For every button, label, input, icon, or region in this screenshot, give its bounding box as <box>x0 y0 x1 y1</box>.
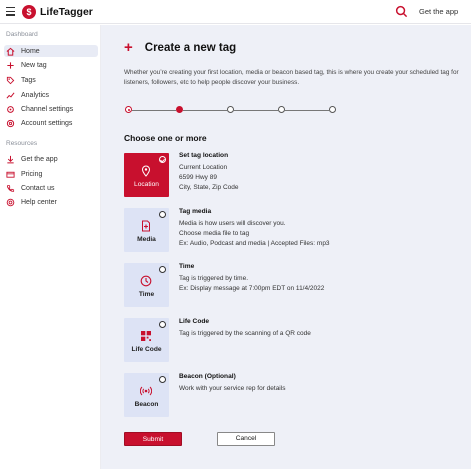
logo-icon[interactable]: $ <box>22 5 36 19</box>
option-checkbox-location[interactable] <box>159 156 166 163</box>
option-checkbox-life-code[interactable] <box>159 321 166 328</box>
option-description-life-code: Life Code Tag is triggered by the scanni… <box>179 317 311 339</box>
option-line: Tag is triggered by time. <box>179 275 249 282</box>
pricing-icon <box>6 170 15 179</box>
option-description-beacon: Beacon (Optional) Work with your service… <box>179 372 285 394</box>
sidebar-item-label: Contact us <box>21 184 55 192</box>
option-label: Time <box>138 291 155 298</box>
phone-icon <box>6 184 15 193</box>
stepper-line <box>132 109 176 111</box>
hamburger-icon[interactable] <box>6 7 15 16</box>
tag-icon <box>6 76 15 85</box>
step-3 <box>227 106 234 113</box>
option-card-time[interactable]: Time <box>124 263 169 307</box>
step-5 <box>329 106 336 113</box>
option-checkbox-media[interactable] <box>159 211 166 218</box>
option-label: Life Code <box>131 346 162 353</box>
stepper-line <box>285 109 329 111</box>
sidebar-item-new-tag[interactable]: New tag <box>4 59 98 71</box>
option-line: Choose media file to tag <box>179 230 250 237</box>
analytics-icon <box>6 91 15 100</box>
sidebar-item-label: Get the app <box>21 155 58 163</box>
option-line: Work with your service rep for details <box>179 385 286 392</box>
option-checkbox-beacon[interactable] <box>159 376 166 383</box>
step-2 <box>176 106 183 113</box>
page-header: + Create a new tag <box>124 39 237 56</box>
stepper-line <box>234 109 278 111</box>
sidebar-item-label: Analytics <box>21 91 50 99</box>
sidebar-item-account-settings[interactable]: Account settings <box>4 117 98 129</box>
sidebar-item-label: Account settings <box>21 119 73 127</box>
stepper-line <box>183 109 227 111</box>
sidebar-item-label: New tag <box>21 61 47 69</box>
option-line: 6599 Hwy 89 <box>179 174 217 181</box>
sidebar-item-label: Help center <box>21 198 57 206</box>
option-card-beacon[interactable]: Beacon <box>124 373 169 417</box>
channel-settings-icon <box>6 105 15 114</box>
step-4 <box>278 106 285 113</box>
progress-stepper <box>125 106 336 114</box>
option-title: Set tag location <box>179 152 229 159</box>
sidebar-item-get-the-app[interactable]: Get the app <box>4 153 98 165</box>
option-line: Tag is triggered by the scanning of a QR… <box>179 330 311 337</box>
brand-name[interactable]: LifeTagger <box>40 6 93 18</box>
sidebar-item-channel-settings[interactable]: Channel settings <box>4 103 98 115</box>
sidebar-item-pricing[interactable]: Pricing <box>4 168 98 180</box>
option-label: Media <box>137 236 156 243</box>
option-title: Beacon (Optional) <box>179 373 236 380</box>
option-title: Time <box>179 263 195 270</box>
sidebar-item-tags[interactable]: Tags <box>4 74 98 86</box>
option-card-media[interactable]: Media <box>124 208 169 252</box>
step-1 <box>125 106 132 113</box>
page-title: Create a new tag <box>144 42 237 54</box>
option-line: Media is how users will discover you. <box>179 220 286 227</box>
location-pin-icon <box>141 165 151 177</box>
account-settings-icon <box>6 119 15 128</box>
option-title: Tag media <box>179 208 212 215</box>
sidebar-section-resources: Resources <box>6 140 38 147</box>
plus-icon: + <box>124 39 133 56</box>
option-line: City, State, Zip Code <box>179 184 239 191</box>
sidebar: Dashboard Home New tag Tags Analytics Ch… <box>0 25 101 469</box>
get-app-link[interactable]: Get the app <box>419 7 458 16</box>
sidebar-item-label: Pricing <box>21 170 43 178</box>
clock-icon <box>140 275 152 287</box>
option-description-time: Time Tag is triggered by time. Ex: Displ… <box>179 262 324 294</box>
sidebar-section-dashboard: Dashboard <box>6 31 38 38</box>
top-bar: $ LifeTagger Get the app <box>0 0 471 24</box>
sidebar-item-contact-us[interactable]: Contact us <box>4 182 98 194</box>
home-icon <box>6 47 15 56</box>
option-description-media: Tag media Media is how users will discov… <box>179 207 330 249</box>
sidebar-item-analytics[interactable]: Analytics <box>4 89 98 101</box>
sidebar-item-label: Home <box>21 47 40 55</box>
sidebar-item-label: Tags <box>21 76 36 84</box>
option-line: Ex: Audio, Podcast and media | Accepted … <box>179 240 330 247</box>
options-heading: Choose one or more <box>124 133 207 143</box>
option-card-location[interactable]: Location <box>124 153 169 197</box>
plus-icon <box>6 61 15 70</box>
option-card-life-code[interactable]: Life Code <box>124 318 169 362</box>
sidebar-item-home[interactable]: Home <box>4 45 98 57</box>
sidebar-item-label: Channel settings <box>21 105 74 113</box>
option-label: Beacon <box>134 401 159 408</box>
download-icon <box>6 155 15 164</box>
page-intro: Whether you’re creating your first locat… <box>124 69 459 86</box>
submit-button[interactable]: Submit <box>124 432 182 446</box>
option-label: Location <box>134 181 159 188</box>
option-checkbox-time[interactable] <box>159 266 166 273</box>
option-title: Life Code <box>179 318 210 325</box>
sidebar-item-help-center[interactable]: Help center <box>4 196 98 208</box>
search-icon[interactable] <box>395 5 408 18</box>
help-icon <box>6 198 15 207</box>
qr-code-icon <box>141 331 151 341</box>
cancel-button[interactable]: Cancel <box>217 432 275 446</box>
media-file-icon <box>142 220 150 232</box>
beacon-icon <box>140 386 152 396</box>
option-line: Ex: Display message at 7:00pm EDT on 11/… <box>179 285 325 292</box>
option-line: Current Location <box>179 164 228 171</box>
main-content: + Create a new tag Whether you’re creati… <box>101 25 471 469</box>
option-description-location: Set tag location Current Location 6599 H… <box>179 151 239 193</box>
